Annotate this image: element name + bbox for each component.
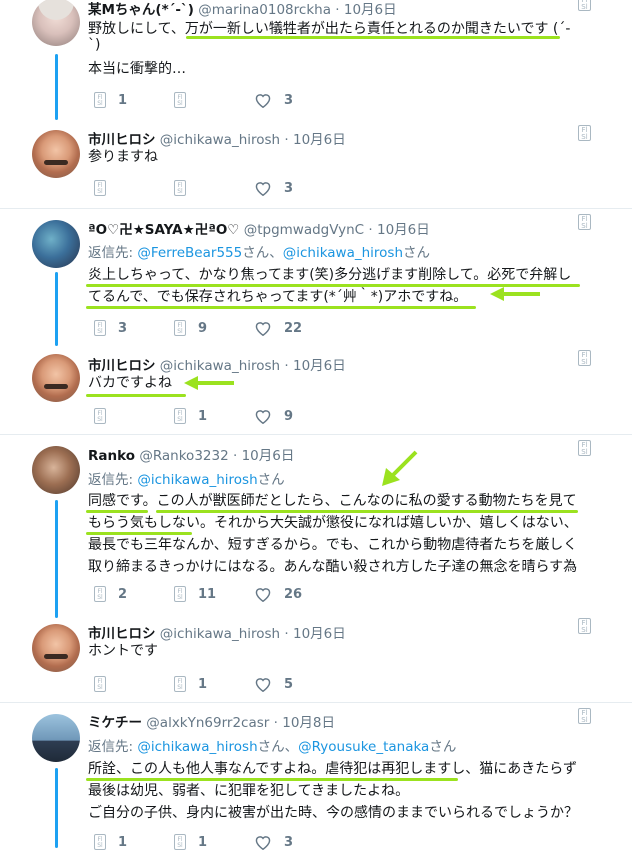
chevron-down-icon[interactable]: Fl Sl (578, 214, 591, 230)
retweet-icon[interactable]: Fl Sl (174, 408, 186, 424)
tweet-date[interactable]: 10月6日 (344, 2, 397, 18)
tweet-text: バカですよね (88, 375, 172, 391)
heart-icon[interactable] (254, 92, 272, 108)
tweet[interactable]: 某Mちゃん(*´-`) @marina0108rckha · 10月6日 Fl S… (0, 0, 632, 120)
chevron-down-icon[interactable]: Fl Sl (578, 708, 591, 724)
retweet-count: 1 (198, 408, 208, 424)
tweet[interactable]: 市川ヒロシ @ichikawa_hirosh · 10月6日 Fl Sl ホントで… (0, 612, 632, 702)
chevron-down-icon[interactable]: Fl Sl (578, 350, 591, 366)
reply-icon[interactable]: Fl Sl (94, 586, 106, 602)
reply-context: 返信先: @ichikawa_hiroshさん、@Ryousuke_tanaka… (88, 739, 457, 755)
reply-icon[interactable]: Fl Sl (94, 320, 106, 336)
reply-context: 返信先: @ichikawa_hiroshさん (88, 472, 285, 488)
heart-icon[interactable] (254, 408, 272, 424)
retweet-count: 9 (198, 320, 208, 336)
avatar[interactable] (32, 446, 80, 494)
retweet-count: 1 (198, 676, 208, 692)
reply-count: 3 (118, 320, 128, 336)
retweet-icon[interactable]: Fl Sl (174, 92, 186, 108)
chevron-down-icon[interactable]: Fl Sl (578, 125, 591, 141)
display-name[interactable]: 某Mちゃん(*´-`) (88, 2, 194, 18)
mention-link[interactable]: @Ryousuke_tanaka (298, 739, 429, 755)
mention-link[interactable]: @ichikawa_hirosh (137, 739, 257, 755)
like-count: 3 (284, 834, 294, 850)
retweet-icon[interactable]: Fl Sl (174, 320, 186, 336)
chevron-down-icon[interactable]: Fl Sl (578, 0, 591, 11)
reply-count: 1 (118, 92, 128, 108)
tweet-date[interactable]: 10月6日 (242, 448, 295, 464)
heart-icon[interactable] (254, 676, 272, 692)
user-handle[interactable]: @marina0108rckha (198, 2, 331, 18)
chevron-down-icon[interactable]: Fl Sl (578, 618, 591, 634)
reply-count: 1 (118, 834, 128, 850)
mention-link[interactable]: @ichikawa_hirosh (137, 472, 257, 488)
mention-link[interactable]: @FerreBear555 (137, 245, 242, 261)
retweet-count: 11 (198, 586, 217, 602)
reply-count: 2 (118, 586, 128, 602)
retweet-count: 1 (198, 834, 208, 850)
tweet[interactable]: Ranko @Ranko3232 · 10月6日 Fl Sl 返信先: @ichi… (0, 434, 632, 612)
heart-icon[interactable] (254, 320, 272, 336)
avatar[interactable] (32, 354, 80, 402)
retweet-icon[interactable]: Fl Sl (174, 586, 186, 602)
avatar[interactable] (32, 714, 80, 762)
tweet-text: 野放しにして、万が一新しい犠牲者が出たら責任とれるのか聞きたいです (´- `)… (88, 21, 571, 77)
user-handle[interactable]: @Ranko3232 (139, 448, 228, 464)
chevron-down-icon[interactable]: Fl Sl (578, 440, 591, 456)
like-count: 26 (284, 586, 303, 602)
reply-icon[interactable]: Fl Sl (94, 92, 106, 108)
like-count: 3 (284, 92, 294, 108)
like-count: 3 (284, 180, 294, 196)
tweet-text: 所詮、この人も他人事なんですよね。虐待犯は再犯しますし、猫にあきたらず 最後は幼… (88, 761, 578, 821)
user-handle[interactable]: @tpgmwadgVynC (244, 222, 364, 238)
heart-icon[interactable] (254, 180, 272, 196)
avatar[interactable] (32, 624, 80, 672)
tweet[interactable]: ミケチー @alxkYn69rr2casr · 10月8日 Fl Sl 返信先: … (0, 702, 632, 850)
like-count: 9 (284, 408, 294, 424)
tweet-text: ホントです (88, 643, 158, 659)
tweet[interactable]: ªO♡卍★SAYA★卍ªO♡ @tpgmwadgVynC · 10月6日 Fl S… (0, 208, 632, 344)
display-name[interactable]: ªO♡卍★SAYA★卍ªO♡ (88, 222, 239, 238)
tweet-date[interactable]: 10月6日 (377, 222, 430, 238)
avatar[interactable] (32, 0, 80, 46)
like-count: 22 (284, 320, 303, 336)
user-handle[interactable]: @alxkYn69rr2casr (146, 715, 269, 731)
reply-icon[interactable]: Fl Sl (94, 180, 106, 196)
tweet[interactable]: 市川ヒロシ @ichikawa_hirosh · 10月6日 Fl Sl バカです… (0, 344, 632, 434)
tweet-text: 参りますね (88, 149, 158, 165)
reply-icon[interactable]: Fl Sl (94, 676, 106, 692)
like-count: 5 (284, 676, 294, 692)
avatar[interactable] (32, 130, 80, 178)
retweet-icon[interactable]: Fl Sl (174, 676, 186, 692)
mention-link[interactable]: @ichikawa_hirosh (283, 245, 403, 261)
retweet-icon[interactable]: Fl Sl (174, 180, 186, 196)
reply-context: 返信先: @FerreBear555さん、@ichikawa_hiroshさん (88, 245, 431, 261)
heart-icon[interactable] (254, 586, 272, 602)
avatar[interactable] (32, 220, 80, 268)
tweet[interactable]: 市川ヒロシ @ichikawa_hirosh · 10月6日 Fl Sl 参ります… (0, 120, 632, 208)
tweet-date[interactable]: 10月8日 (282, 715, 335, 731)
display-name[interactable]: Ranko (88, 448, 135, 464)
reply-icon[interactable]: Fl Sl (94, 408, 106, 424)
display-name[interactable]: ミケチー (88, 715, 142, 731)
